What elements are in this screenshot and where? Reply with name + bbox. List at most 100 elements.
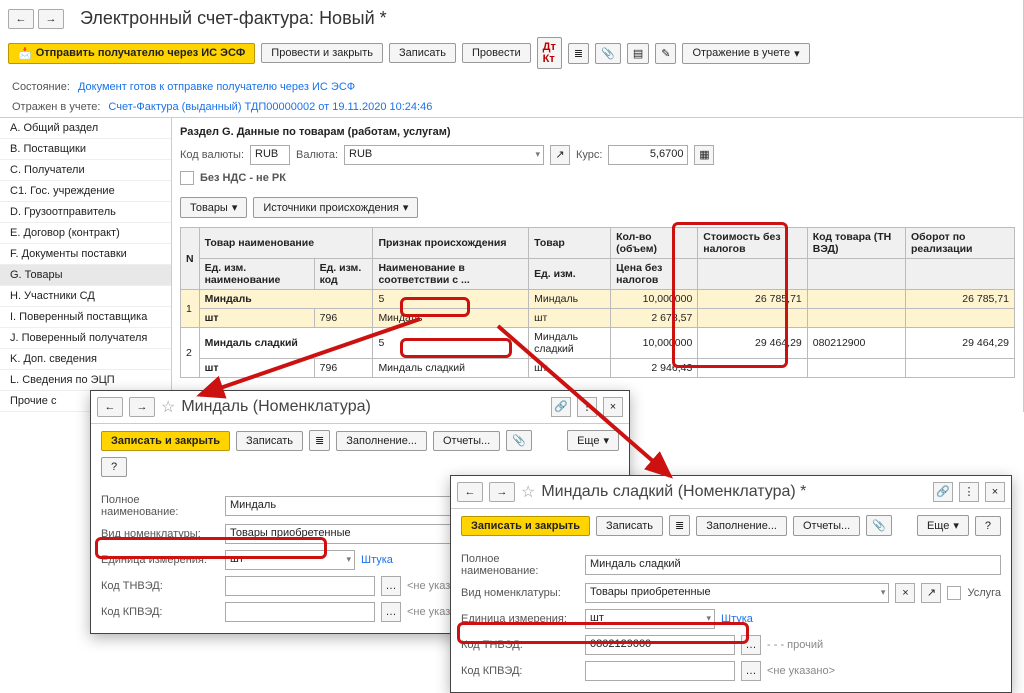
dlg1-more-button[interactable]: Еще ▾ [567, 430, 619, 451]
reflect-dropdown[interactable]: Отражение в учете ▾ [682, 43, 809, 64]
dlg1-unit-hint[interactable]: Штука [361, 554, 393, 566]
sidebar-item-b[interactable]: B. Поставщики [0, 139, 171, 160]
dlg2-help-button[interactable]: ? [975, 516, 1001, 536]
star-icon[interactable]: ☆ [521, 482, 535, 502]
dlg2-save-close-button[interactable]: Записать и закрыть [461, 516, 590, 536]
sources-dropdown-button[interactable]: Источники происхождения ▾ [253, 197, 418, 218]
dlg1-fill-button[interactable]: Заполнение... [336, 431, 427, 451]
dlg1-tnved-input[interactable] [225, 576, 375, 596]
dlg2-more-button[interactable]: Еще ▾ [917, 515, 969, 536]
sidebar-item-l[interactable]: L. Сведения по ЭЦП [0, 370, 171, 391]
sidebar-item-f[interactable]: F. Документы поставки [0, 244, 171, 265]
sidebar-item-c1[interactable]: C1. Гос. учреждение [0, 181, 171, 202]
left-sidebar: A. Общий раздел B. Поставщики C. Получат… [0, 118, 172, 412]
dlg2-kind-clear[interactable]: × [895, 583, 915, 603]
state-value[interactable]: Документ готов к отправке получателю чер… [78, 81, 355, 93]
rate-calc-button[interactable]: ▦ [694, 145, 714, 165]
sidebar-item-e[interactable]: E. Договор (контракт) [0, 223, 171, 244]
dlg2-save-button[interactable]: Записать [596, 516, 663, 536]
dlg1-back-button[interactable]: ← [97, 397, 123, 417]
col-origin: Признак происхождения [373, 228, 529, 259]
nav-forward-button[interactable]: → [38, 9, 64, 29]
currency-dropdown[interactable]: RUB [344, 145, 544, 165]
dlg1-more-icon[interactable]: ⋮ [577, 397, 597, 417]
dlg2-unit-hint[interactable]: Штука [721, 613, 753, 625]
send-button[interactable]: 📩Отправить получателю через ИС ЭСФ [8, 43, 255, 64]
struct-icon-button[interactable]: ▤ [627, 43, 649, 64]
attach-icon-button[interactable]: 📎 [595, 43, 621, 64]
dlg1-unit-label: Единица измерения: [101, 554, 219, 566]
reflected-label: Отражен в учете: [12, 101, 100, 113]
col-unit-name: Ед. изм. наименование [199, 259, 314, 290]
main-window: ← → Электронный счет-фактура: Новый * 📩О… [0, 0, 1024, 412]
dlg2-kpved-pick[interactable]: … [741, 661, 761, 681]
nav-back-button[interactable]: ← [8, 9, 34, 29]
dlg1-forward-button[interactable]: → [129, 397, 155, 417]
dlg1-reports-button[interactable]: Отчеты... [433, 431, 500, 451]
dlg2-attach-icon[interactable]: 📎 [866, 515, 892, 536]
post-button[interactable]: Провести [462, 43, 531, 63]
dlg2-fill-button[interactable]: Заполнение... [696, 516, 787, 536]
dlg1-tnved-pick[interactable]: … [381, 576, 401, 596]
sidebar-item-d[interactable]: D. Грузоотправитель [0, 202, 171, 223]
sidebar-item-c[interactable]: C. Получатели [0, 160, 171, 181]
dlg2-tnved-hint: - - - прочий [767, 639, 823, 651]
rate-input[interactable]: 5,6700 [608, 145, 688, 165]
table-row[interactable]: 2 Миндаль сладкий 5 Миндаль сладкий 10,0… [181, 328, 1015, 359]
dlg1-kpved-label: Код КПВЭД: [101, 606, 219, 618]
sidebar-item-j[interactable]: J. Поверенный получателя [0, 328, 171, 349]
dlg1-kpved-input[interactable] [225, 602, 375, 622]
pencil-icon-button[interactable]: ✎ [655, 43, 676, 64]
table-row[interactable]: шт 796 Миндаль шт 2 678,57 [181, 309, 1015, 328]
post-close-button[interactable]: Провести и закрыть [261, 43, 383, 63]
dlg2-kind-dropdown[interactable]: Товары приобретенные [585, 583, 889, 603]
dlg1-attach-icon[interactable]: 📎 [506, 430, 532, 451]
state-label: Состояние: [12, 81, 70, 93]
save-button[interactable]: Записать [389, 43, 456, 63]
dlg2-close-icon[interactable]: × [985, 482, 1005, 502]
sidebar-item-i[interactable]: I. Поверенный поставщика [0, 307, 171, 328]
dlg1-help-button[interactable]: ? [101, 457, 127, 477]
dlg2-link-icon[interactable]: 🔗 [933, 482, 953, 502]
list-icon-button[interactable]: ≣ [568, 43, 589, 64]
dlg2-forward-button[interactable]: → [489, 482, 515, 502]
table-row[interactable]: шт 796 Миндаль сладкий шт 2 946,43 [181, 359, 1015, 378]
dlg2-more-icon[interactable]: ⋮ [959, 482, 979, 502]
dlg2-tnved-input[interactable]: 0802129000 [585, 635, 735, 655]
dlg2-kpved-input[interactable] [585, 661, 735, 681]
dlg2-tnved-label: Код ТНВЭД: [461, 639, 579, 651]
dlg2-unit-dropdown[interactable]: шт [585, 609, 715, 629]
dlg1-link-icon[interactable]: 🔗 [551, 397, 571, 417]
currency-open-button[interactable]: ↗ [550, 145, 570, 165]
dlg1-unit-dropdown[interactable]: шт [225, 550, 355, 570]
currency-code-input[interactable]: RUB [250, 145, 290, 165]
col-qty: Кол-во (объем) [611, 228, 698, 259]
sidebar-item-k[interactable]: K. Доп. сведения [0, 349, 171, 370]
sidebar-item-a[interactable]: A. Общий раздел [0, 118, 171, 139]
dlg2-reports-button[interactable]: Отчеты... [793, 516, 860, 536]
dlg2-tnved-pick[interactable]: … [741, 635, 761, 655]
reflected-value[interactable]: Счет-Фактура (выданный) ТДП00000002 от 1… [108, 101, 432, 113]
dlg2-list-icon[interactable]: ≣ [669, 515, 690, 536]
dlg2-back-button[interactable]: ← [457, 482, 483, 502]
goods-table: N Товар наименование Признак происхожден… [180, 227, 1015, 378]
dlg2-kind-open[interactable]: ↗ [921, 583, 941, 603]
dlg2-service-label: Услуга [967, 587, 1001, 599]
dlg2-kind-label: Вид номенклатуры: [461, 587, 579, 599]
dlg1-close-icon[interactable]: × [603, 397, 623, 417]
dlg1-kpved-pick[interactable]: … [381, 602, 401, 622]
dlg1-list-icon[interactable]: ≣ [309, 430, 330, 451]
dlg2-fullname-input[interactable]: Миндаль сладкий [585, 555, 1001, 575]
sidebar-item-g[interactable]: G. Товары [0, 265, 171, 286]
sidebar-item-h[interactable]: H. Участники СД [0, 286, 171, 307]
col-n: N [181, 228, 200, 290]
dlg1-save-close-button[interactable]: Записать и закрыть [101, 431, 230, 451]
dlg2-service-checkbox[interactable] [947, 586, 961, 600]
col-unit-code: Ед. изм. код [314, 259, 373, 290]
table-row[interactable]: 1 Миндаль 5 Миндаль 10,000000 26 785,71 … [181, 290, 1015, 309]
star-icon[interactable]: ☆ [161, 397, 175, 417]
no-vat-checkbox[interactable] [180, 171, 194, 185]
dk-icon-button[interactable]: ДтКт [537, 37, 562, 69]
goods-dropdown-button[interactable]: Товары ▾ [180, 197, 247, 218]
dlg1-save-button[interactable]: Записать [236, 431, 303, 451]
